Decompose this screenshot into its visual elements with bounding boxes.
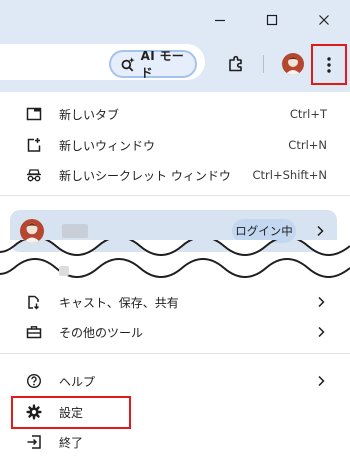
menu-item-label: 新しいタブ <box>59 107 120 122</box>
menu-item-new-window[interactable]: 新しいウィンドウ Ctrl+N <box>0 131 350 159</box>
menu-item-label: 新しいウィンドウ <box>59 138 156 153</box>
new-window-icon <box>25 136 43 154</box>
help-icon <box>25 372 43 390</box>
menu-item-label: 新しいシークレット ウィンドウ <box>59 168 231 183</box>
profile-avatar-button[interactable] <box>282 53 304 75</box>
menu-item-label: ヘルプ <box>59 374 96 389</box>
settings-highlight <box>11 396 131 429</box>
menu-item-help[interactable]: ヘルプ <box>0 367 350 395</box>
menu-item-label: 終了 <box>59 435 84 450</box>
menu-divider <box>0 195 350 196</box>
menu-item-shortcut: Ctrl+T <box>289 107 327 121</box>
exit-icon <box>25 433 43 451</box>
toolbox-icon <box>25 323 43 341</box>
close-icon <box>319 15 329 25</box>
ai-mode-label: AI モード <box>140 49 185 80</box>
chevron-right-icon <box>317 225 324 237</box>
menu-item-shortcut: Ctrl+Shift+N <box>252 168 327 182</box>
chevron-right-icon <box>318 375 325 387</box>
menu-item-new-tab[interactable]: 新しいタブ Ctrl+T <box>0 100 350 128</box>
maximize-button[interactable] <box>246 0 298 40</box>
profile-avatar-icon <box>282 53 304 75</box>
cut-off-menu-item <box>59 266 69 276</box>
maximize-icon <box>266 14 278 26</box>
close-button[interactable] <box>298 0 350 40</box>
sparkle-search-icon <box>121 57 135 72</box>
torn-edge-divider <box>0 240 350 278</box>
minimize-button[interactable] <box>194 0 246 40</box>
menu-item-shortcut: Ctrl+N <box>288 138 327 152</box>
toolbar-divider <box>263 55 264 73</box>
menu-item-new-incognito[interactable]: 新しいシークレット ウィンドウ Ctrl+Shift+N <box>0 161 350 189</box>
more-vert-icon <box>327 56 331 73</box>
menu-item-label: キャスト、保存、共有 <box>59 295 179 310</box>
extensions-icon <box>229 55 242 72</box>
new-tab-icon <box>25 105 43 123</box>
menu-item-more-tools[interactable]: その他のツール <box>0 318 350 346</box>
menu-item-exit[interactable]: 終了 <box>0 428 350 456</box>
menu-divider <box>0 353 350 354</box>
chevron-right-icon <box>318 296 325 308</box>
menu-item-label: その他のツール <box>59 325 144 340</box>
chevron-right-icon <box>318 326 325 338</box>
window-controls <box>194 0 350 40</box>
menu-item-cast-save-share[interactable]: キャスト、保存、共有 <box>0 288 350 316</box>
extensions-button[interactable] <box>223 51 249 77</box>
profile-name-redacted <box>62 224 88 238</box>
ai-mode-button[interactable]: AI モード <box>109 49 197 80</box>
incognito-icon <box>25 166 43 184</box>
cast-icon <box>25 293 43 311</box>
chrome-menu-button[interactable] <box>311 44 347 85</box>
minimize-icon <box>215 19 225 22</box>
